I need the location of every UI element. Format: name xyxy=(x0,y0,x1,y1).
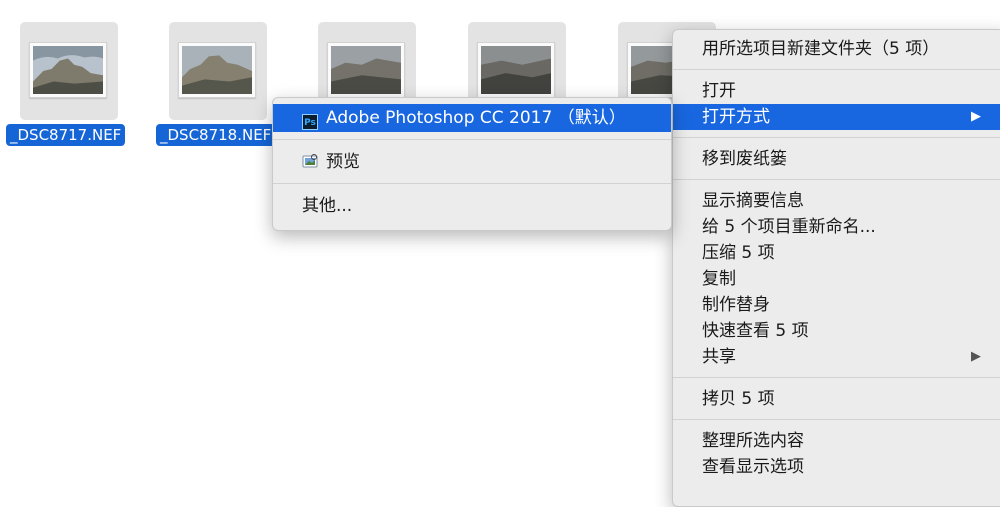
menu-separator xyxy=(673,419,1000,420)
menu-item-copy[interactable]: 拷贝 5 项 xyxy=(673,386,1000,412)
menu-item-get-info[interactable]: 显示摘要信息 xyxy=(673,188,1000,214)
file-name-label[interactable]: _DSC8718.NEF xyxy=(156,124,276,146)
menu-item-open-with[interactable]: 打开方式 ▶ xyxy=(673,104,1000,130)
menu-item-rename[interactable]: 给 5 个项目重新命名... xyxy=(673,214,1000,240)
context-menu: 用所选项目新建文件夹（5 项） 打开 打开方式 ▶ 移到废纸篓 显示摘要信息 给… xyxy=(672,29,1000,507)
open-with-submenu: Ps Adobe Photoshop CC 2017 （默认） 预览 其他... xyxy=(272,97,672,231)
menu-item-label: 预览 xyxy=(326,152,360,172)
submenu-arrow-icon: ▶ xyxy=(971,109,981,124)
menu-item-label: 共享 xyxy=(702,347,736,367)
landscape-photo xyxy=(182,46,252,94)
file-thumbnail xyxy=(29,42,107,98)
menu-separator xyxy=(673,137,1000,138)
menu-item-show-view-options[interactable]: 查看显示选项 xyxy=(673,454,1000,480)
menu-item-label: 打开方式 xyxy=(702,107,770,127)
menu-item-compress[interactable]: 压缩 5 项 xyxy=(673,240,1000,266)
landscape-photo xyxy=(33,46,103,94)
file-thumbnail xyxy=(178,42,256,98)
menu-separator xyxy=(673,377,1000,378)
menu-item-quick-look[interactable]: 快速查看 5 项 xyxy=(673,318,1000,344)
menu-item-make-alias[interactable]: 制作替身 xyxy=(673,292,1000,318)
file-thumbnail xyxy=(327,42,405,98)
file-name-label[interactable]: _DSC8717.NEF xyxy=(6,124,126,146)
menu-separator xyxy=(673,69,1000,70)
menu-item-clean-up-selection[interactable]: 整理所选内容 xyxy=(673,428,1000,454)
submenu-item-photoshop[interactable]: Ps Adobe Photoshop CC 2017 （默认） xyxy=(273,104,671,132)
landscape-photo xyxy=(331,46,401,94)
submenu-arrow-icon: ▶ xyxy=(971,349,981,364)
menu-separator xyxy=(273,139,671,140)
file-item[interactable] xyxy=(20,22,118,120)
photoshop-icon: Ps xyxy=(302,114,318,130)
menu-separator xyxy=(273,183,671,184)
file-thumbnail xyxy=(477,42,555,98)
landscape-photo xyxy=(481,46,551,94)
menu-separator xyxy=(673,179,1000,180)
menu-item-open[interactable]: 打开 xyxy=(673,78,1000,104)
menu-item-label: Adobe Photoshop CC 2017 （默认） xyxy=(326,108,626,128)
file-item[interactable] xyxy=(169,22,267,120)
menu-item-duplicate[interactable]: 复制 xyxy=(673,266,1000,292)
menu-item-new-folder-with-selection[interactable]: 用所选项目新建文件夹（5 项） xyxy=(673,36,1000,62)
menu-item-share[interactable]: 共享 ▶ xyxy=(673,344,1000,370)
submenu-item-preview[interactable]: 预览 xyxy=(273,148,671,176)
preview-app-icon xyxy=(302,153,318,169)
submenu-item-other[interactable]: 其他... xyxy=(273,192,671,220)
menu-item-move-to-trash[interactable]: 移到废纸篓 xyxy=(673,146,1000,172)
